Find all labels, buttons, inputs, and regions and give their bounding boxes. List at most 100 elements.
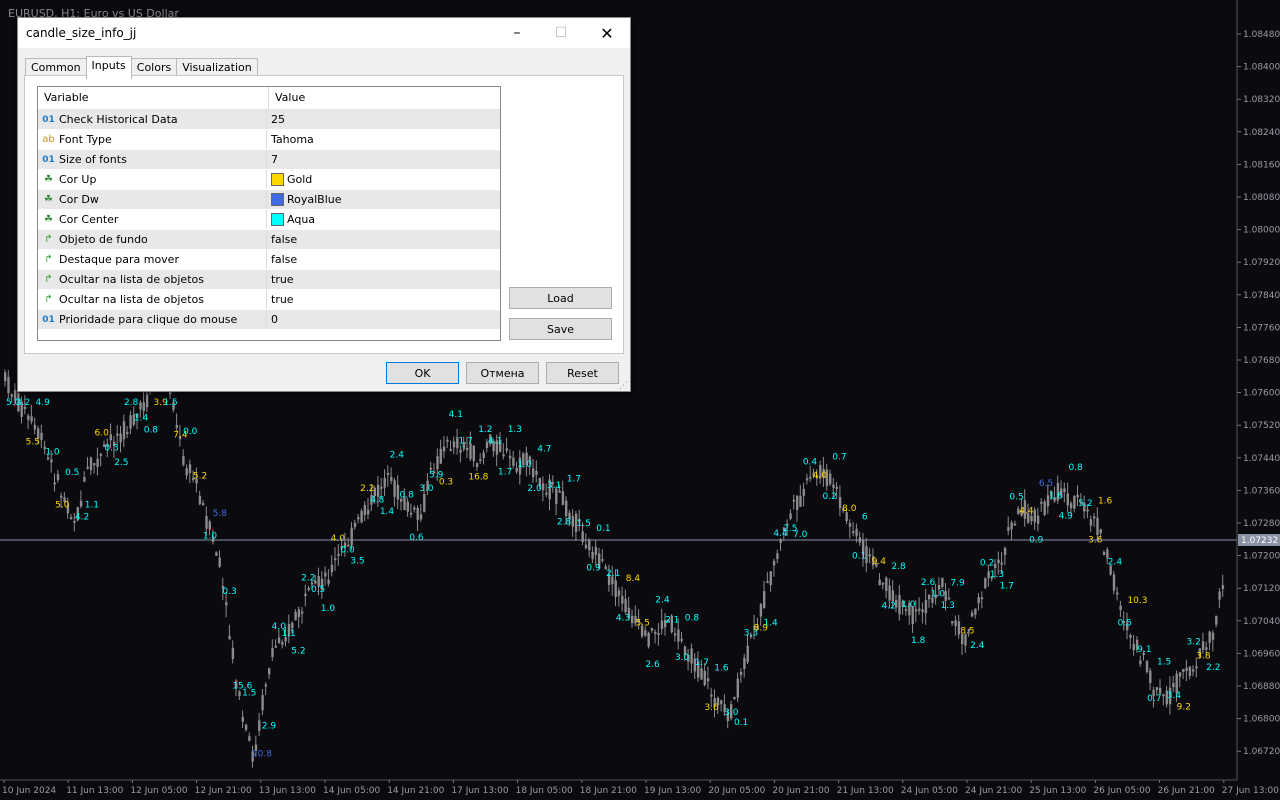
- candle-size-label: 4.0: [331, 534, 346, 544]
- price-tick-label: 1.08080: [1243, 193, 1280, 203]
- variable-value: Aqua: [287, 213, 316, 226]
- variable-value: true: [271, 273, 294, 286]
- candle-body: [452, 441, 456, 448]
- grid-row[interactable]: ↱ Ocultar na lista de objetos true: [38, 290, 500, 310]
- value-cell[interactable]: 25: [267, 110, 500, 129]
- candle-body: [1099, 529, 1102, 534]
- grid-row[interactable]: ☘ Cor Up Gold: [38, 170, 500, 190]
- grid-row[interactable]: 01 Size of fonts 7: [38, 150, 500, 170]
- candle-body: [122, 421, 126, 440]
- price-tick-label: 1.08240: [1243, 128, 1280, 138]
- candle-body: [977, 597, 980, 604]
- candle-body: [855, 528, 858, 537]
- value-cell[interactable]: Gold: [267, 170, 500, 189]
- candle-body: [1215, 616, 1218, 625]
- candle-body: [294, 611, 297, 621]
- value-cell[interactable]: true: [267, 270, 500, 289]
- candle-body: [244, 724, 248, 730]
- minimize-icon[interactable]: –: [494, 18, 540, 48]
- value-cell[interactable]: false: [267, 230, 500, 249]
- candle-body: [733, 696, 736, 699]
- dialog-titlebar[interactable]: candle_size_info_jj – ☐ ✕: [18, 18, 630, 48]
- candle-size-label: 4.3: [616, 613, 630, 623]
- candle-body: [409, 512, 413, 515]
- bool-type-icon: ↱: [44, 234, 53, 245]
- candle-body: [796, 495, 799, 510]
- candle-body: [1119, 605, 1122, 611]
- candle-body: [984, 578, 987, 589]
- candle-body: [561, 491, 565, 505]
- value-cell[interactable]: RoyalBlue: [267, 190, 500, 209]
- candle-body: [383, 478, 386, 488]
- grid-row[interactable]: ☘ Cor Center Aqua: [38, 210, 500, 230]
- candle-body: [951, 621, 954, 624]
- time-tick-label: 26 Jun 21:00: [1158, 786, 1215, 796]
- grid-row[interactable]: ☘ Cor Dw RoyalBlue: [38, 190, 500, 210]
- candle-body: [588, 539, 591, 551]
- candle-body: [324, 572, 327, 577]
- candle-size-label: 8.5: [960, 626, 974, 636]
- header-variable[interactable]: Variable: [38, 87, 269, 109]
- candle-body: [53, 482, 56, 485]
- cancel-button[interactable]: Отмена: [466, 362, 539, 384]
- grid-row[interactable]: 01 Prioridade para clique do mouse 0: [38, 310, 500, 330]
- price-tick-label: 1.07520: [1243, 421, 1280, 431]
- candle-size-label: 2.4: [655, 596, 670, 606]
- ok-button[interactable]: OK: [386, 362, 459, 384]
- grid-row[interactable]: ab Font Type Tahoma: [38, 130, 500, 150]
- value-cell[interactable]: Aqua: [267, 210, 500, 229]
- candle-body: [363, 505, 367, 515]
- value-cell[interactable]: Tahoma: [267, 130, 500, 149]
- candle-size-label: 6: [862, 512, 868, 522]
- candle-size-label: 1.5: [163, 398, 177, 408]
- candle-size-label: 1.4: [763, 618, 778, 628]
- candle-size-label: 1.8: [911, 636, 926, 646]
- variable-cell: ↱ Ocultar na lista de objetos: [38, 290, 267, 309]
- candle-body: [829, 473, 832, 485]
- candle-body: [70, 517, 73, 520]
- candle-body: [202, 503, 205, 506]
- candle-body: [918, 608, 921, 611]
- value-cell[interactable]: true: [267, 290, 500, 309]
- candle-body: [281, 642, 284, 645]
- candle-size-label: 4.9: [1059, 511, 1074, 521]
- candle-body: [350, 527, 353, 546]
- grid-row[interactable]: ↱ Objeto de fundo false: [38, 230, 500, 250]
- save-button[interactable]: Save: [509, 318, 612, 340]
- reset-button[interactable]: Reset: [546, 362, 619, 384]
- candle-body: [601, 558, 604, 561]
- candle-body: [185, 468, 188, 476]
- candle-body: [1182, 669, 1185, 672]
- candle-body: [466, 447, 469, 450]
- value-cell[interactable]: false: [267, 250, 500, 269]
- candle-body: [99, 453, 103, 456]
- candle-body: [657, 632, 660, 635]
- candle-body: [188, 464, 192, 474]
- candle-size-label: 1.7: [695, 658, 709, 668]
- grid-row[interactable]: 01 Check Historical Data 25: [38, 110, 500, 130]
- candle-body: [970, 612, 974, 617]
- candle-body: [997, 559, 1000, 564]
- candle-body: [852, 531, 855, 534]
- candle-body: [1221, 585, 1225, 589]
- candle-body: [1036, 515, 1040, 524]
- maximize-icon: ☐: [554, 25, 568, 41]
- candle-body: [541, 483, 545, 491]
- value-cell[interactable]: 7: [267, 150, 500, 169]
- time-tick-label: 26 Jun 05:00: [1093, 786, 1150, 796]
- candle-size-label: 1.6: [1049, 492, 1064, 502]
- close-icon[interactable]: ✕: [584, 18, 630, 48]
- load-button[interactable]: Load: [509, 287, 612, 309]
- grid-row[interactable]: ↱ Ocultar na lista de objetos true: [38, 270, 500, 290]
- resize-grip-icon[interactable]: ⋰: [619, 381, 628, 391]
- tab-inputs[interactable]: Inputs: [85, 56, 132, 79]
- candle-size-label: 0.0: [340, 545, 355, 555]
- candle-size-label: 2.2: [301, 574, 315, 584]
- grid-row[interactable]: ↱ Destaque para mover false: [38, 250, 500, 270]
- header-value[interactable]: Value: [269, 87, 305, 109]
- candle-body: [1185, 667, 1188, 671]
- color-type-icon: ☘: [44, 194, 53, 205]
- value-cell[interactable]: 0: [267, 310, 500, 329]
- candle-size-label: 1.5: [1157, 658, 1171, 668]
- candle-size-label: 1.5: [242, 688, 256, 698]
